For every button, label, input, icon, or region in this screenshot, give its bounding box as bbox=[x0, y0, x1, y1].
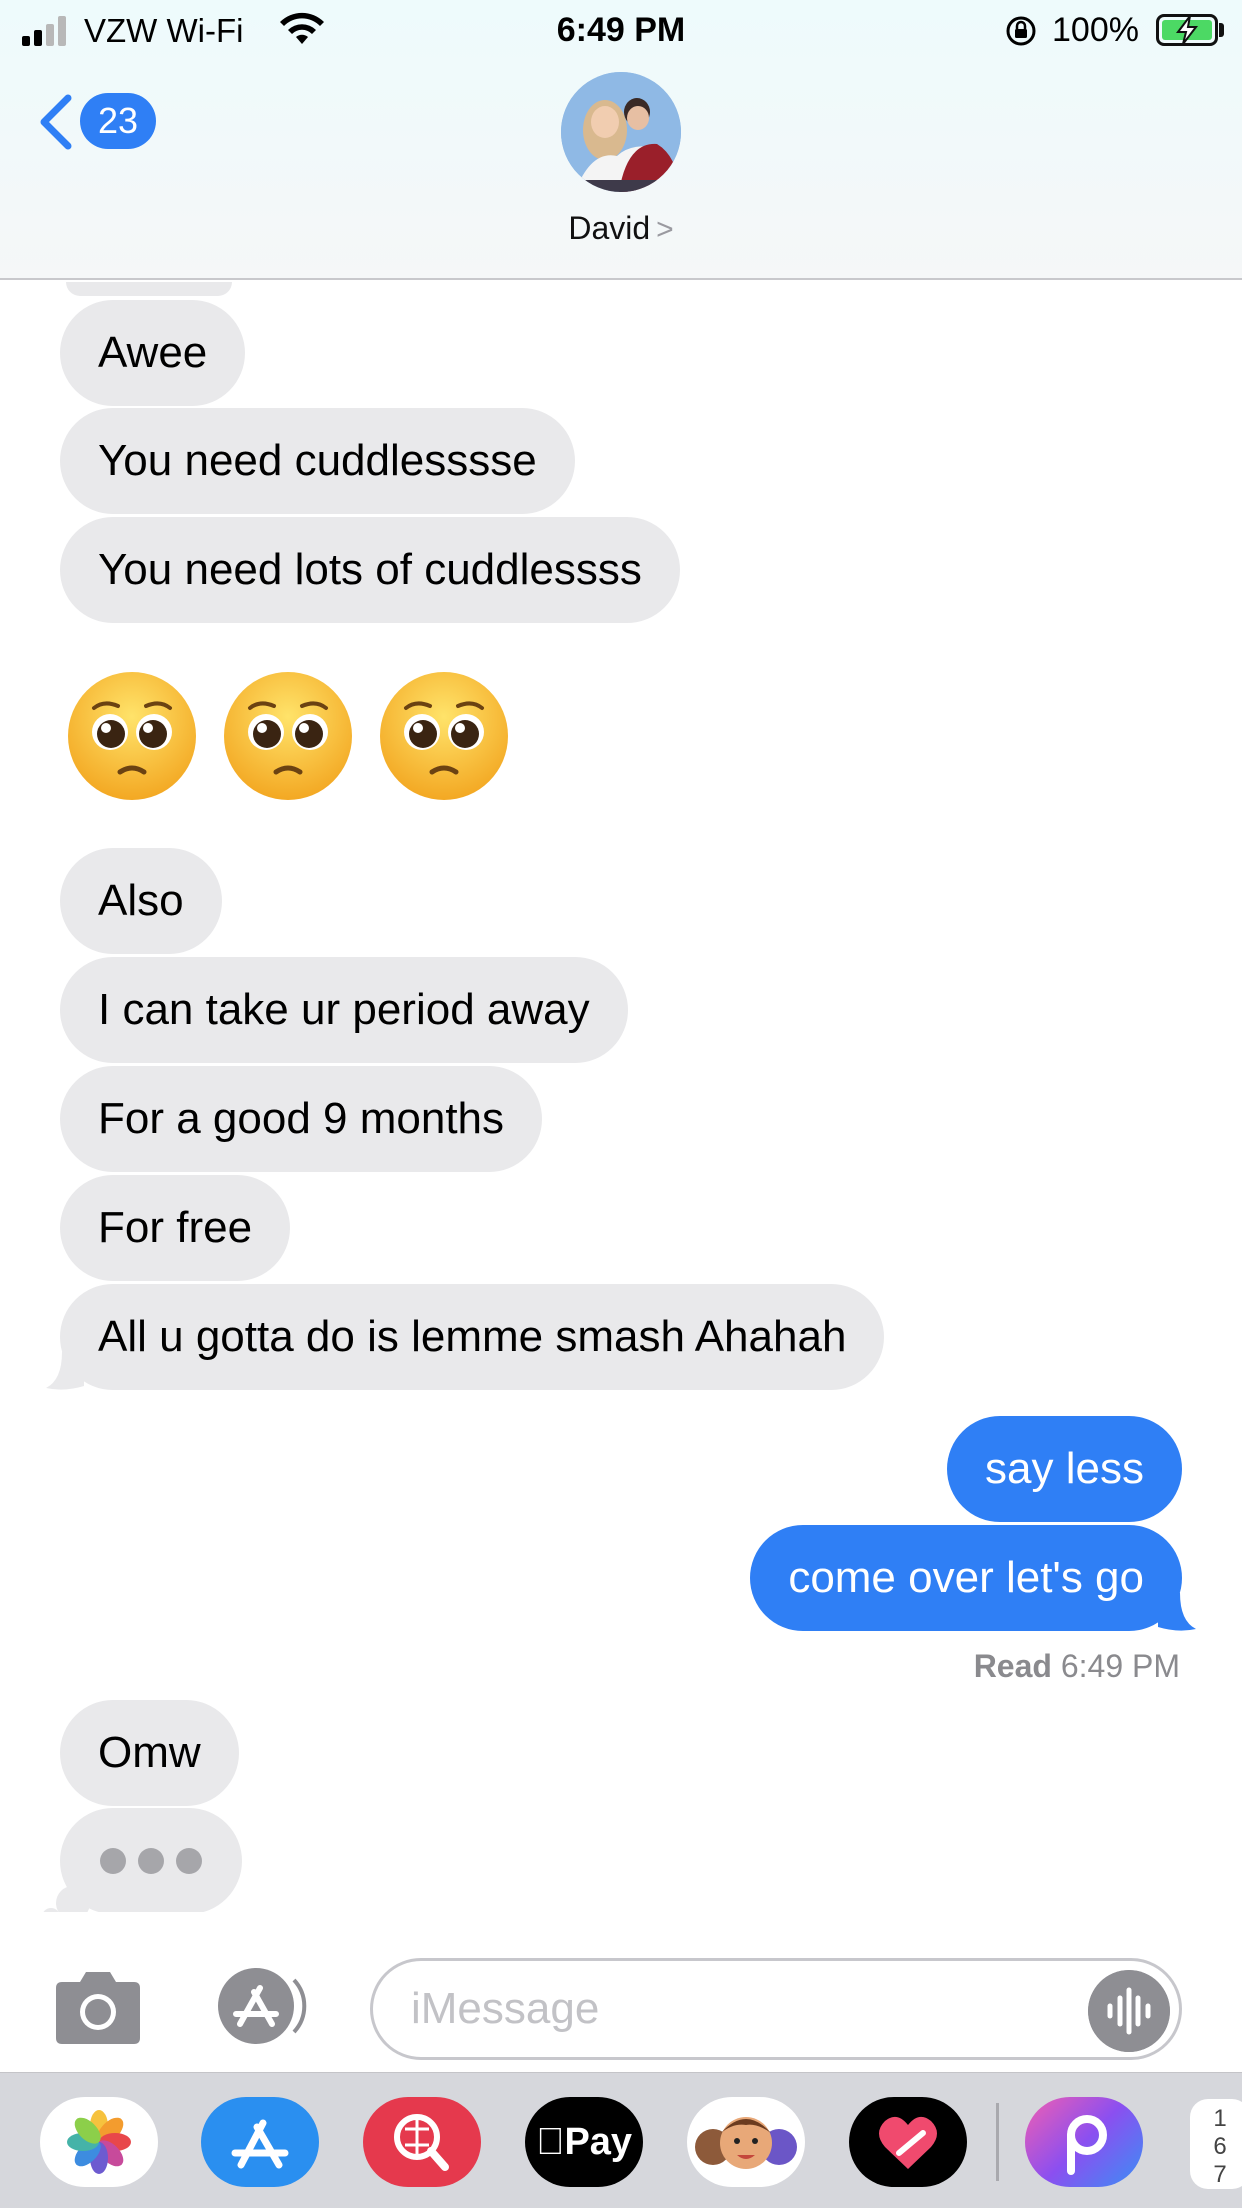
picsart-icon[interactable] bbox=[1025, 2097, 1143, 2187]
previous-message-bubble bbox=[66, 282, 232, 296]
orientation-lock-icon bbox=[1006, 16, 1036, 46]
app-drawer: Pay 1 6 7 bbox=[0, 2072, 1242, 2208]
counter-digit: 7 bbox=[1213, 2161, 1227, 2188]
message-bubble-incoming[interactable]: You need cuddlesssse bbox=[60, 408, 575, 514]
photos-app-icon[interactable] bbox=[40, 2097, 158, 2187]
web-images-search-icon[interactable] bbox=[363, 2097, 481, 2187]
app-store-apps-icon[interactable] bbox=[210, 1966, 320, 2046]
apple-pay-label: Pay bbox=[536, 2121, 632, 2163]
unread-count-badge: 23 bbox=[80, 93, 156, 149]
avatar-photo-icon bbox=[561, 72, 681, 192]
message-input-bar: iMessage bbox=[0, 1918, 1242, 2072]
message-bubble-incoming[interactable]: I can take ur period away bbox=[60, 957, 628, 1063]
message-bubble-incoming[interactable]: Also bbox=[60, 848, 222, 954]
counter-digit: 1 bbox=[1213, 2105, 1227, 2132]
memoji-icon[interactable] bbox=[687, 2097, 805, 2187]
message-thread[interactable]: Awee You need cuddlesssse You need lots … bbox=[0, 282, 1242, 1912]
battery-percent: 100% bbox=[1052, 11, 1139, 49]
back-button[interactable]: 23 bbox=[36, 86, 162, 154]
conversation-header: VZW Wi-Fi 6:49 PM 100% 23 David > bbox=[0, 0, 1242, 280]
imessage-placeholder: iMessage bbox=[411, 1984, 600, 2033]
message-bubble-incoming[interactable]: For free bbox=[60, 1175, 291, 1281]
back-chevron-icon bbox=[40, 94, 72, 150]
message-bubble-outgoing[interactable]: say less bbox=[947, 1416, 1182, 1522]
imessage-input[interactable]: iMessage bbox=[370, 1958, 1182, 2060]
bubble-tail-incoming bbox=[46, 1352, 84, 1390]
apple-pay-icon[interactable]: Pay bbox=[525, 2097, 643, 2187]
pleading-face-emoji-icon bbox=[68, 672, 196, 800]
status-bar: VZW Wi-Fi 6:49 PM 100% bbox=[0, 0, 1242, 62]
message-bubble-incoming[interactable]: All u gotta do is lemme smash Ahahah bbox=[60, 1284, 885, 1390]
typing-indicator-tail bbox=[56, 1886, 90, 1912]
message-bubble-outgoing[interactable]: come over let's go bbox=[750, 1525, 1182, 1631]
battery-tip bbox=[1219, 23, 1224, 37]
audio-message-icon[interactable] bbox=[1088, 1970, 1170, 2052]
read-receipt: Read 6:49 PM bbox=[974, 1648, 1180, 1685]
pleading-face-emoji-icon bbox=[224, 672, 352, 800]
emoji-message[interactable] bbox=[64, 668, 534, 808]
charging-bolt-icon bbox=[1176, 15, 1199, 45]
contact-avatar[interactable] bbox=[561, 72, 681, 192]
counter-digit: 6 bbox=[1213, 2133, 1227, 2160]
message-bubble-incoming[interactable]: Awee bbox=[60, 300, 246, 406]
bubble-tail-outgoing bbox=[1158, 1593, 1196, 1631]
contact-name[interactable]: David > bbox=[0, 210, 1242, 247]
chevron-right-icon: > bbox=[656, 213, 674, 246]
message-bubble-incoming[interactable]: For a good 9 months bbox=[60, 1066, 543, 1172]
read-time: 6:49 PM bbox=[1060, 1648, 1180, 1684]
message-bubble-incoming[interactable]: Omw bbox=[60, 1700, 239, 1806]
camera-icon[interactable] bbox=[50, 1970, 146, 2046]
message-bubble-incoming[interactable]: You need lots of cuddlessss bbox=[60, 517, 680, 623]
pleading-face-emoji-icon bbox=[380, 672, 508, 800]
digital-touch-heart-icon[interactable] bbox=[849, 2097, 967, 2187]
app-drawer-divider bbox=[996, 2103, 999, 2181]
contact-name-label: David bbox=[568, 210, 651, 246]
read-label: Read bbox=[973, 1648, 1052, 1684]
sticker-app-partial[interactable]: 1 6 7 bbox=[1190, 2099, 1242, 2189]
app-store-icon[interactable] bbox=[201, 2097, 319, 2187]
